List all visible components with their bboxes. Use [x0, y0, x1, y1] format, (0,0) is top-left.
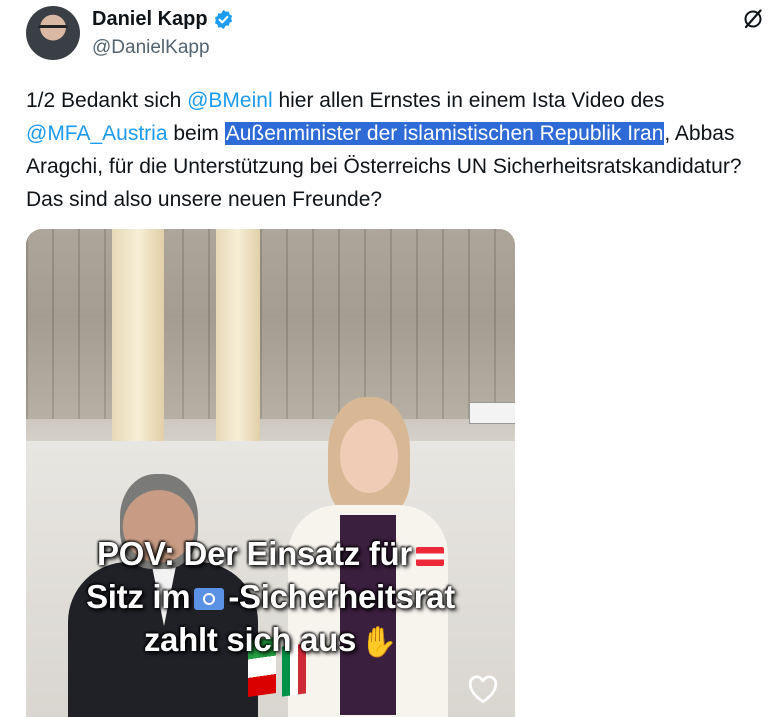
verified-badge-icon	[214, 9, 232, 30]
author-handle[interactable]: @DanielKapp	[92, 37, 210, 59]
author-name-row: Daniel Kapp	[92, 8, 234, 31]
un-flag-emoji	[194, 588, 225, 611]
author-name[interactable]: Daniel Kapp	[92, 8, 208, 31]
tweet-text-part: hier allen Ernstes in einem Ista Video d…	[272, 89, 665, 112]
grok-icon[interactable]	[741, 7, 765, 31]
author-avatar[interactable]	[26, 6, 80, 60]
tweet-text: 1/2 Bedankt sich @BMeinl hier allen Erns…	[26, 84, 761, 216]
caption-line: zahlt sich aus ✋	[26, 618, 515, 664]
caption-text: -Sicherheitsrat	[228, 578, 455, 615]
caption-line: POV: Der Einsatz für	[26, 532, 515, 575]
tweet-video-media[interactable]: POV: Der Einsatz für Sitz im -Sicherheits…	[26, 229, 515, 717]
handshake-emoji: ✋	[360, 625, 398, 659]
photo-ceiling	[26, 229, 515, 419]
tweet-text-part: 1/2 Bedankt sich	[26, 89, 188, 112]
heart-icon[interactable]	[467, 674, 499, 704]
video-caption: POV: Der Einsatz für Sitz im -Sicherheits…	[26, 532, 515, 664]
mention-link[interactable]: @MFA_Austria	[26, 122, 168, 145]
mention-link[interactable]: @BMeinl	[187, 89, 273, 112]
photo-light-fixture	[469, 402, 515, 424]
photo-woman-face	[340, 419, 398, 493]
selected-text: Außenminister der islamistischen Republi…	[224, 122, 665, 145]
austria-flag-emoji	[415, 546, 444, 566]
caption-text: POV: Der Einsatz für	[97, 535, 412, 572]
caption-text: Sitz im	[86, 578, 191, 615]
caption-line: Sitz im -Sicherheitsrat	[26, 575, 515, 618]
avatar-glasses	[38, 25, 68, 37]
tweet-text-part: beim	[167, 122, 225, 145]
caption-text: zahlt sich aus	[143, 621, 357, 658]
